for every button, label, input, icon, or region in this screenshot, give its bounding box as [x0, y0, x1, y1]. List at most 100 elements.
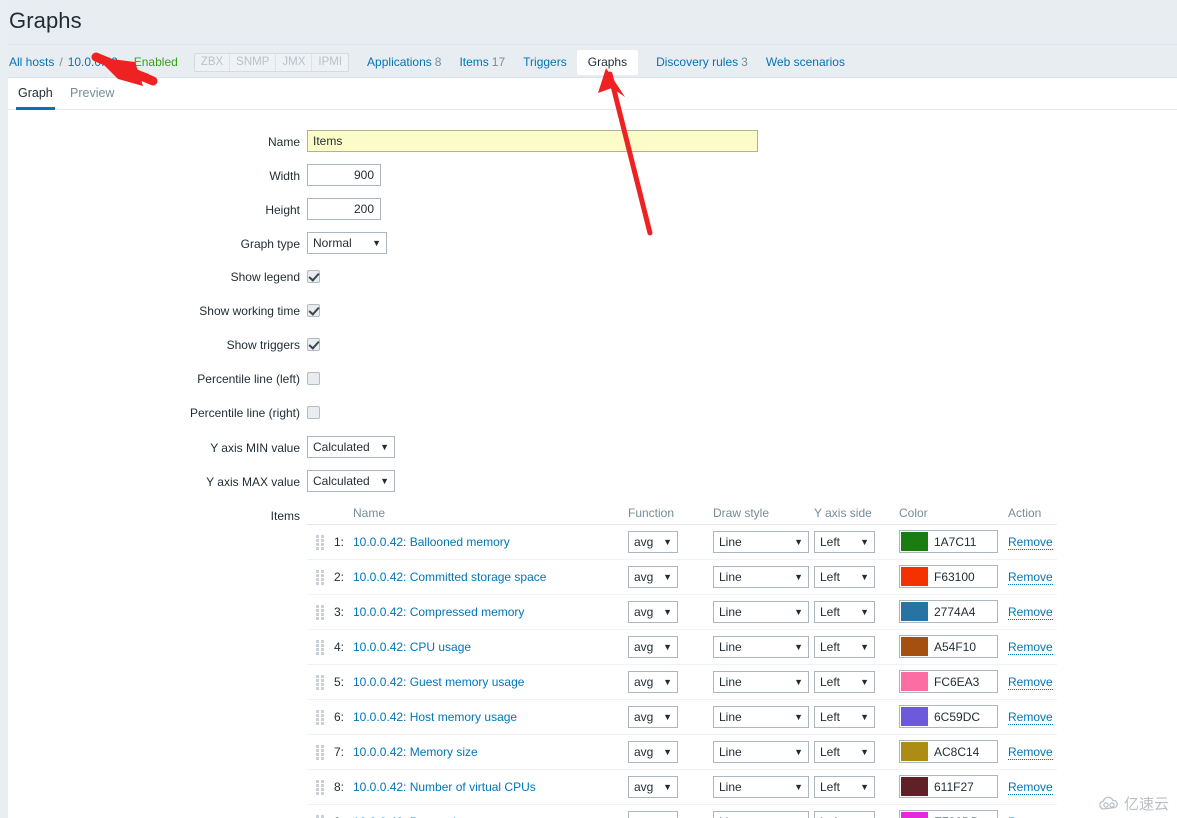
item-name-link[interactable]: 10.0.0.42: Number of virtual CPUs [353, 780, 536, 794]
remove-item-link[interactable]: Remove [1008, 675, 1053, 690]
watermark-text: 亿速云 [1123, 795, 1169, 813]
interface-badge-ipmi: IPMI [318, 55, 343, 68]
show-triggers-checkbox[interactable] [307, 338, 320, 351]
watermark: 亿速云 [1098, 793, 1169, 814]
show-working-time-checkbox[interactable] [307, 304, 320, 317]
function-select[interactable]: avg▼ [628, 601, 678, 623]
remove-item-link[interactable]: Remove [1008, 710, 1053, 725]
y-axis-side-select[interactable]: Left▼ [814, 741, 875, 763]
chevron-down-icon: ▼ [663, 607, 672, 617]
chevron-down-icon: ▼ [663, 537, 672, 547]
y-axis-side-select[interactable]: Left▼ [814, 636, 875, 658]
nav-item-applications[interactable]: Applications 8 [367, 55, 441, 69]
graph-type-select[interactable]: Normal ▼ [307, 232, 387, 254]
percentile-right-checkbox[interactable] [307, 406, 320, 419]
nav-item-items[interactable]: Items 17 [459, 55, 505, 69]
nav-item-discovery-rules[interactable]: Discovery rules 3 [656, 55, 748, 69]
y-axis-side-select[interactable]: Left▼ [814, 671, 875, 693]
drag-handle-icon[interactable] [316, 780, 325, 796]
interface-badge-snmp: SNMP [230, 53, 277, 71]
drag-handle-icon[interactable] [316, 640, 325, 656]
draw-style-select[interactable]: Line▼ [713, 671, 809, 693]
remove-item-link[interactable]: Remove [1008, 745, 1053, 760]
name-input[interactable] [307, 130, 758, 152]
label-height: Height [265, 203, 300, 217]
draw-style-select[interactable]: Line▼ [713, 566, 809, 588]
remove-item-link[interactable]: Remove [1008, 640, 1053, 655]
color-hex-value: 1A7C11 [934, 535, 977, 549]
draw-style-select[interactable]: Line▼ [713, 776, 809, 798]
color-picker[interactable]: 2774A4 [899, 600, 998, 623]
height-input[interactable] [307, 198, 381, 220]
drag-handle-icon[interactable] [316, 675, 325, 691]
nav-item-triggers[interactable]: Triggers [523, 55, 567, 69]
item-name-link[interactable]: 10.0.0.42: Memory size [353, 745, 478, 759]
chevron-down-icon: ▼ [794, 747, 803, 757]
color-hex-value: 2774A4 [934, 605, 976, 619]
function-select[interactable]: avg▼ [628, 811, 678, 818]
cloud-logo-icon [1099, 796, 1118, 810]
tab-graph[interactable]: Graph [16, 79, 55, 110]
y-axis-side-select[interactable]: Left▼ [814, 811, 875, 818]
y-axis-side-select[interactable]: Left▼ [814, 706, 875, 728]
remove-item-link[interactable]: Remove [1008, 570, 1053, 585]
remove-item-link[interactable]: Remove [1008, 780, 1053, 795]
item-name-link[interactable]: 10.0.0.42: Committed storage space [353, 570, 546, 584]
drag-handle-icon[interactable] [316, 535, 325, 551]
chevron-down-icon: ▼ [663, 812, 672, 818]
item-name-link[interactable]: 10.0.0.42: CPU usage [353, 640, 471, 654]
color-picker[interactable]: A54F10 [899, 635, 998, 658]
item-name-link[interactable]: 10.0.0.42: Guest memory usage [353, 675, 524, 689]
draw-style-select[interactable]: Line▼ [713, 636, 809, 658]
y-axis-min-select[interactable]: Calculated ▼ [307, 436, 395, 458]
color-swatch [901, 532, 928, 551]
color-picker[interactable]: F63100 [899, 565, 998, 588]
function-select[interactable]: avg▼ [628, 566, 678, 588]
drag-handle-icon[interactable] [316, 710, 325, 726]
host-status-enabled[interactable]: Enabled [134, 55, 178, 69]
function-select[interactable]: avg▼ [628, 776, 678, 798]
column-header-color: Color [899, 506, 928, 520]
remove-item-link[interactable]: Remove [1008, 605, 1053, 620]
nav-item-graphs[interactable]: Graphs [576, 49, 639, 75]
y-axis-side-select[interactable]: Left▼ [814, 566, 875, 588]
color-picker[interactable]: 611F27 [899, 775, 998, 798]
drag-handle-icon[interactable] [316, 745, 325, 761]
function-select[interactable]: avg▼ [628, 531, 678, 553]
breadcrumb-all-hosts[interactable]: All hosts [9, 55, 54, 69]
color-swatch [901, 602, 928, 621]
draw-style-select[interactable]: Line▼ [713, 601, 809, 623]
color-picker[interactable]: 6C59DC [899, 705, 998, 728]
y-axis-side-select[interactable]: Left▼ [814, 601, 875, 623]
show-legend-checkbox[interactable] [307, 270, 320, 283]
item-name-link[interactable]: 10.0.0.42: Host memory usage [353, 710, 517, 724]
width-input[interactable] [307, 164, 381, 186]
y-axis-side-select[interactable]: Left▼ [814, 776, 875, 798]
draw-style-select[interactable]: Line▼ [713, 706, 809, 728]
nav-item-items-label: Items [459, 55, 489, 69]
color-picker[interactable]: AC8C14 [899, 740, 998, 763]
function-select[interactable]: avg▼ [628, 741, 678, 763]
function-select[interactable]: avg▼ [628, 671, 678, 693]
percentile-left-checkbox[interactable] [307, 372, 320, 385]
color-picker[interactable]: 1A7C11 [899, 530, 998, 553]
draw-style-select[interactable]: Line▼ [713, 811, 809, 818]
function-select[interactable]: avg▼ [628, 706, 678, 728]
tab-preview[interactable]: Preview [68, 79, 116, 110]
draw-style-select[interactable]: Line▼ [713, 531, 809, 553]
remove-item-link[interactable]: Remove [1008, 535, 1053, 550]
function-select[interactable]: avg▼ [628, 636, 678, 658]
graph-form: Name Width Height Graph type Normal ▼ Sh… [8, 111, 1177, 818]
y-axis-max-select[interactable]: Calculated ▼ [307, 470, 395, 492]
breadcrumb-host[interactable]: 10.0.0.42 [68, 55, 118, 69]
drag-handle-icon[interactable] [316, 570, 325, 586]
drag-handle-icon[interactable] [316, 605, 325, 621]
color-picker[interactable]: E728DD [899, 810, 998, 818]
item-name-link[interactable]: 10.0.0.42: Ballooned memory [353, 535, 510, 549]
nav-item-web-scenarios[interactable]: Web scenarios [766, 55, 845, 69]
table-row: 2: 10.0.0.42: Committed storage space avg ▼… [307, 560, 1057, 595]
item-name-link[interactable]: 10.0.0.42: Compressed memory [353, 605, 524, 619]
color-picker[interactable]: FC6EA3 [899, 670, 998, 693]
draw-style-select[interactable]: Line▼ [713, 741, 809, 763]
y-axis-side-select[interactable]: Left▼ [814, 531, 875, 553]
